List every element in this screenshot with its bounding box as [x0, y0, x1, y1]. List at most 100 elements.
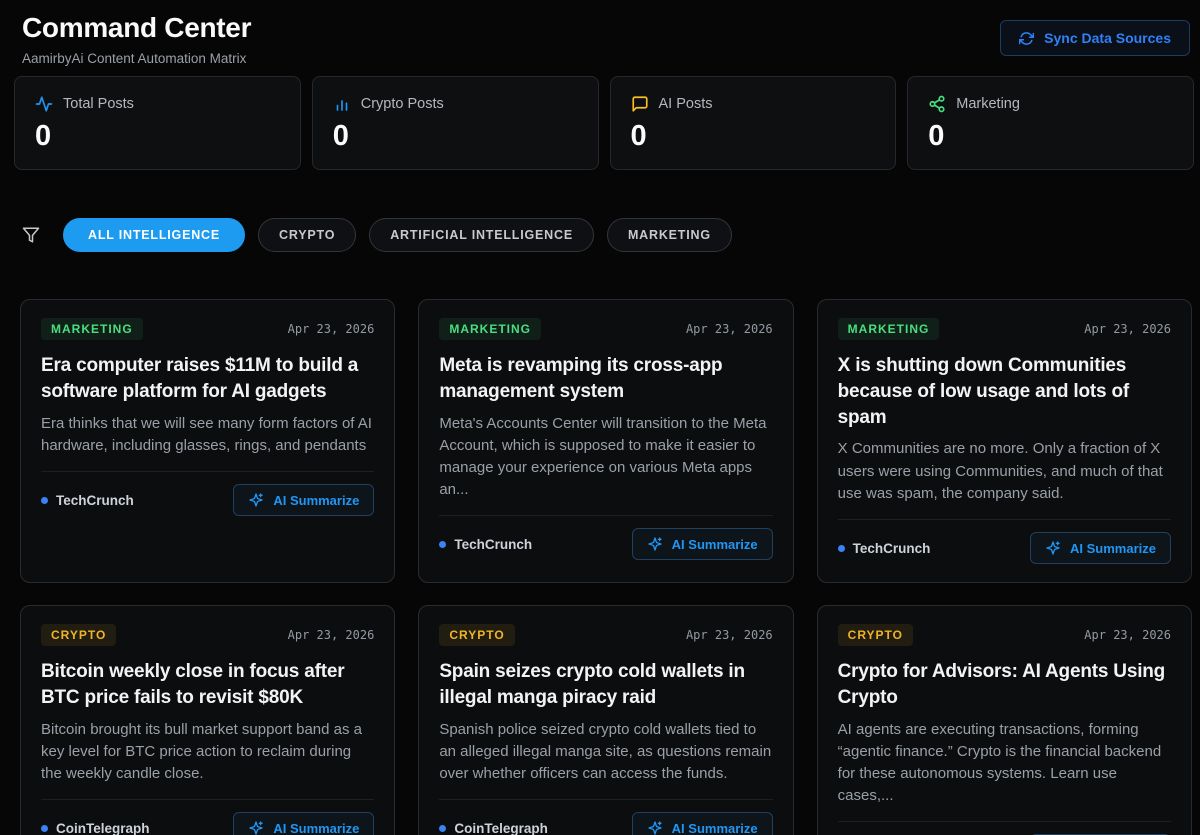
sync-button-label: Sync Data Sources [1044, 30, 1171, 46]
filter-all-intelligence[interactable]: ALL INTELLIGENCE [63, 218, 246, 252]
source-name: CoinTelegraph [454, 820, 548, 835]
news-grid: MARKETING Apr 23, 2026 Era computer rais… [0, 299, 1200, 835]
ai-summarize-label: AI Summarize [273, 492, 360, 508]
card-footer: TechCrunch AI Summarize [837, 520, 1171, 565]
card-date: Apr 23, 2026 [685, 322, 773, 336]
filter-artificial-intelligence[interactable]: ARTIFICIAL INTELLIGENCE [369, 218, 594, 252]
ai-summarize-label: AI Summarize [1070, 540, 1156, 556]
source: TechCrunch [439, 537, 532, 552]
ai-summarize-button[interactable]: AI Summarize [233, 484, 375, 517]
ai-summarize-label: AI Summarize [671, 820, 758, 835]
sparkles-icon [249, 821, 264, 835]
ai-summarize-button[interactable]: AI Summarize [233, 812, 375, 835]
stat-card-total-posts: Total Posts 0 [14, 76, 301, 170]
source-dot-icon [41, 496, 48, 504]
sparkles-icon [648, 537, 662, 552]
article-description: X Communities are no more. Only a fracti… [837, 440, 1163, 502]
sparkles-icon [249, 493, 264, 507]
sparkles-icon [1046, 541, 1060, 555]
source: CoinTelegraph [439, 821, 548, 835]
source: CoinTelegraph [41, 821, 150, 835]
message-square-icon [631, 96, 648, 112]
news-card: CRYPTO Apr 23, 2026 Crypto for Advisors:… [816, 605, 1192, 835]
news-card: CRYPTO Apr 23, 2026 Spain seizes crypto … [418, 605, 794, 835]
filter-funnel-icon [22, 227, 40, 243]
card-date: Apr 23, 2026 [685, 628, 773, 643]
category-badge: MARKETING [41, 318, 143, 340]
header: Command Center AamirbyAi Content Automat… [0, 0, 1200, 66]
card-footer: CoinTelegraph AI Summarize [439, 800, 773, 835]
ai-summarize-label: AI Summarize [671, 536, 758, 552]
stat-head: Total Posts [35, 95, 280, 113]
page-subtitle: AamirbyAi Content Automation Matrix [22, 51, 247, 66]
card-head: MARKETING Apr 23, 2026 [837, 318, 1171, 340]
stats-row: Total Posts 0 Crypto Posts 0 AI Posts 0 [0, 76, 1200, 170]
card-head: CRYPTO Apr 23, 2026 [837, 624, 1171, 647]
source-dot-icon [837, 544, 845, 552]
card-head: MARKETING Apr 23, 2026 [41, 318, 374, 340]
article-title: Bitcoin weekly close in focus after BTC … [41, 661, 345, 708]
stat-value: 0 [928, 120, 945, 152]
category-badge: CRYPTO [439, 624, 515, 647]
source-name: TechCrunch [56, 492, 134, 508]
card-date: Apr 23, 2026 [287, 628, 375, 643]
card-head: CRYPTO Apr 23, 2026 [439, 624, 773, 647]
stat-head: Crypto Posts [333, 95, 578, 113]
stat-card-crypto-posts: Crypto Posts 0 [311, 76, 599, 170]
article-title: X is shutting down Communities because o… [837, 355, 1130, 428]
filter-marketing[interactable]: MARKETING [606, 218, 732, 252]
article-description: Spanish police seized crypto cold wallet… [439, 720, 772, 783]
card-date: Apr 23, 2026 [1084, 628, 1171, 643]
ai-summarize-button[interactable]: AI Summarize [1030, 532, 1171, 565]
stat-label: Crypto Posts [360, 96, 444, 112]
news-card: MARKETING Apr 23, 2026 Meta is revamping… [418, 299, 794, 584]
article-description: Bitcoin brought its bull market support … [41, 720, 363, 783]
stat-head: Marketing [928, 95, 1173, 113]
sparkles-icon [648, 821, 662, 835]
stat-value: 0 [35, 120, 52, 152]
refresh-icon [1019, 31, 1035, 45]
source: TechCrunch [837, 541, 930, 556]
stat-label: AI Posts [658, 96, 713, 112]
article-description: Meta's Accounts Center will transition t… [439, 414, 767, 499]
stat-head: AI Posts [631, 95, 876, 113]
filter-crypto[interactable]: CRYPTO [258, 218, 357, 252]
article-description: AI agents are executing transactions, fo… [837, 720, 1162, 805]
stat-label: Total Posts [63, 96, 134, 112]
card-footer: CoinTelegraph AI Summarize [41, 800, 375, 835]
bar-chart-icon [336, 100, 348, 111]
stat-card-ai-posts: AI Posts 0 [609, 76, 897, 170]
stat-card-marketing: Marketing 0 [907, 76, 1194, 170]
article-description: Era thinks that we will see many form fa… [41, 414, 372, 454]
ai-summarize-button[interactable]: AI Summarize [631, 528, 773, 561]
news-card: MARKETING Apr 23, 2026 Era computer rais… [20, 299, 396, 584]
header-titles: Command Center AamirbyAi Content Automat… [22, 12, 251, 66]
article-title: Crypto for Advisors: AI Agents Using Cry… [837, 661, 1166, 708]
command-center-page: Command Center AamirbyAi Content Automat… [0, 0, 1200, 835]
card-footer: CoinDesk AI Summarize [838, 822, 1171, 835]
stat-value: 0 [630, 120, 647, 152]
sync-data-sources-button[interactable]: Sync Data Sources [1000, 20, 1190, 56]
card-date: Apr 23, 2026 [1084, 322, 1171, 336]
card-date: Apr 23, 2026 [287, 322, 375, 336]
source-dot-icon [41, 824, 48, 832]
ai-summarize-label: AI Summarize [273, 820, 360, 835]
category-badge: MARKETING [837, 318, 940, 340]
source-dot-icon [439, 824, 447, 832]
category-badge: CRYPTO [837, 624, 913, 647]
stat-value: 0 [332, 120, 349, 152]
card-head: MARKETING Apr 23, 2026 [439, 318, 773, 340]
article-title: Meta is revamping its cross-app manageme… [439, 355, 723, 402]
activity-icon [35, 96, 53, 112]
card-head: CRYPTO Apr 23, 2026 [41, 624, 375, 647]
ai-summarize-button[interactable]: AI Summarize [631, 812, 773, 835]
filter-bar: ALL INTELLIGENCE CRYPTO ARTIFICIAL INTEL… [0, 218, 1200, 252]
category-badge: CRYPTO [41, 624, 117, 647]
share-icon [929, 95, 945, 113]
article-title: Spain seizes crypto cold wallets in ille… [439, 661, 745, 708]
source: TechCrunch [41, 493, 134, 508]
article-title: Era computer raises $11M to build a soft… [41, 355, 359, 402]
source-name: CoinTelegraph [56, 820, 150, 835]
news-card: CRYPTO Apr 23, 2026 Bitcoin weekly close… [20, 605, 396, 835]
news-card: MARKETING Apr 23, 2026 X is shutting dow… [816, 299, 1192, 584]
